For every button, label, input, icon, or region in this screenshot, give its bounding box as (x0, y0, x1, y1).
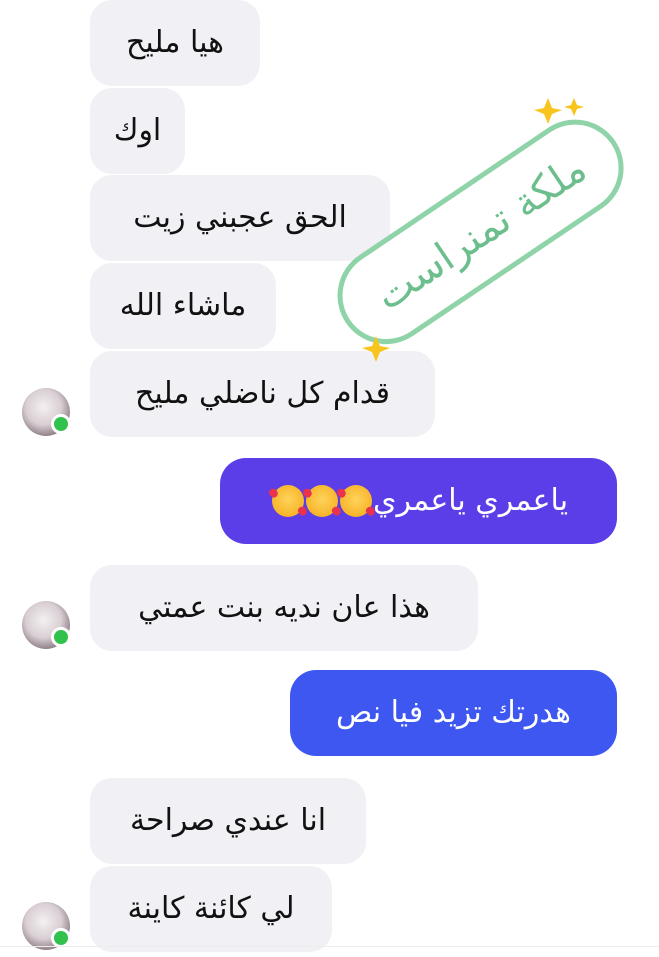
message-bubble-incoming[interactable]: الحق عجبني زيت (90, 175, 390, 261)
message-bubble-incoming[interactable]: قدام كل ناضلي مليح (90, 351, 435, 437)
message-text: الحق عجبني زيت (133, 200, 347, 235)
emoji-group (271, 485, 373, 517)
contact-avatar[interactable] (22, 601, 71, 649)
online-status-dot (51, 928, 71, 948)
smiling-face-with-hearts-icon (339, 485, 372, 517)
message-text: انا عندي صراحة (129, 803, 327, 838)
message-text: قدام كل ناضلي مليح (135, 376, 390, 411)
smiling-face-with-hearts-icon (305, 485, 338, 517)
online-status-dot (51, 627, 71, 647)
message-text: لي كائنة كاينة (127, 891, 295, 926)
star-icon (362, 98, 584, 362)
contact-avatar[interactable] (22, 902, 71, 950)
message-bubble-incoming[interactable]: لي كائنة كاينة (90, 866, 332, 952)
message-text: هيا مليح (126, 25, 224, 60)
message-text: اوك (113, 113, 162, 148)
message-bubble-incoming[interactable]: هذا عان نديه بنت عمتي (90, 565, 478, 651)
message-bubble-incoming[interactable]: اوك (90, 88, 185, 174)
message-bubble-outgoing[interactable]: هدرتك تزيد فيا نص (290, 670, 617, 756)
chat-thread: هيا مليح اوك الحق عجبني زيت ماشاء الله ق… (0, 0, 659, 957)
message-bubble-outgoing[interactable]: ياعمري ياعمري (220, 458, 617, 544)
contact-avatar[interactable] (22, 388, 71, 436)
message-text: هدرتك تزيد فيا نص (336, 695, 571, 730)
message-text: هذا عان نديه بنت عمتي (138, 590, 430, 625)
message-bubble-incoming[interactable]: ماشاء الله (90, 263, 276, 349)
divider (0, 946, 659, 947)
message-bubble-incoming[interactable]: هيا مليح (90, 0, 260, 86)
smiling-face-with-hearts-icon (271, 485, 304, 517)
watermark-text: ملكة تمنراست (367, 146, 594, 320)
online-status-dot (51, 414, 71, 434)
message-text: ماشاء الله (119, 288, 247, 323)
message-text: ياعمري ياعمري (372, 483, 569, 518)
message-bubble-incoming[interactable]: انا عندي صراحة (90, 778, 366, 864)
